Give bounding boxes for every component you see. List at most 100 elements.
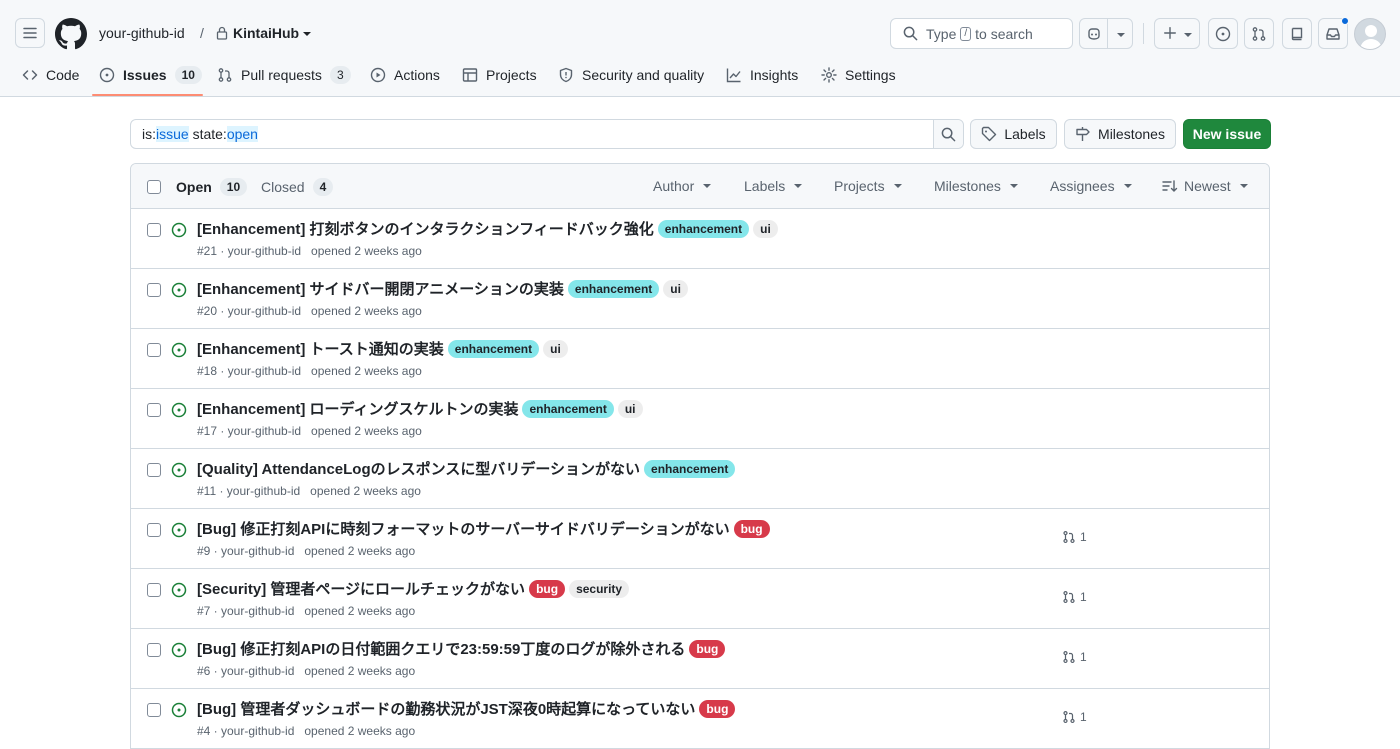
label-enhancement[interactable]: enhancement (657, 219, 750, 238)
issue-title-link[interactable]: [Quality] AttendanceLogのレスポンスに型バリデーションがな… (197, 458, 640, 479)
label-enhancement[interactable]: enhancement (447, 339, 540, 358)
closed-count: 4 (312, 178, 334, 196)
linked-pull-request[interactable]: 1 (1062, 590, 1087, 604)
filter-token: is: (142, 126, 156, 142)
tab-label: Actions (394, 67, 440, 83)
labels-button[interactable]: Labels (970, 119, 1057, 149)
open-count: 10 (219, 178, 248, 196)
issue-row[interactable]: [Quality] AttendanceLogのレスポンスに型バリデーションがな… (131, 449, 1269, 509)
issue-title-link[interactable]: [Enhancement] トースト通知の実装 (197, 338, 444, 359)
issue-row[interactable]: [Enhancement] ローディングスケルトンの実装 enhancement u… (131, 389, 1269, 449)
label-ui[interactable]: ui (753, 219, 778, 238)
issue-title-line: [Quality] AttendanceLogのレスポンスに型バリデーションがな… (197, 458, 736, 479)
label-bug[interactable]: bug (733, 519, 770, 538)
issue-title-link[interactable]: [Enhancement] 打刻ボタンのインタラクションフィードバック強化 (197, 218, 654, 239)
owner-link[interactable]: your-github-id (99, 25, 185, 41)
active-tab-indicator (92, 94, 203, 96)
tab-insights[interactable]: Insights (726, 60, 798, 90)
issue-title-link[interactable]: [Security] 管理者ページにロールチェックがない (197, 578, 525, 599)
issue-checkbox[interactable] (147, 403, 161, 417)
label-enhancement[interactable]: enhancement (522, 399, 614, 418)
label-bug[interactable]: bug (689, 639, 726, 658)
tab-label: Insights (750, 67, 799, 83)
issue-row[interactable]: [Security] 管理者ページにロールチェックがない bug security #… (131, 569, 1269, 629)
select-all-checkbox[interactable] (147, 180, 161, 194)
user-avatar[interactable] (1354, 18, 1386, 50)
filter-token: state: (188, 126, 227, 142)
github-logo-icon[interactable] (55, 18, 87, 50)
tab-counter: 10 (174, 66, 202, 84)
issue-title-link[interactable]: [Bug] 修正打刻APIに時刻フォーマットのサーバーサイドバリデーションがない (197, 518, 730, 539)
tab-actions[interactable]: Actions (370, 60, 440, 90)
open-issues-toggle[interactable]: Open 10 (176, 178, 248, 196)
issue-checkbox[interactable] (147, 283, 161, 297)
issue-title-link[interactable]: [Enhancement] サイドバー開閉アニメーションの実装 (197, 278, 564, 299)
issue-checkbox[interactable] (147, 583, 161, 597)
issue-checkbox[interactable] (147, 463, 161, 477)
chevron-down-icon[interactable] (302, 30, 312, 38)
tab-code[interactable]: Code (22, 60, 79, 90)
sort-filter[interactable]: Newest (1162, 178, 1248, 194)
issue-row[interactable]: [Bug] 修正打刻APIの日付範囲クエリで23:59:59丁度のログが除外され… (131, 629, 1269, 689)
tab-projects[interactable]: Projects (462, 60, 537, 90)
projects-filter[interactable]: Projects (834, 178, 902, 194)
git-pull-request-icon (1063, 650, 1075, 664)
global-search-input[interactable]: Type / to search (890, 18, 1073, 49)
tab-issues[interactable]: Issues 10 (99, 60, 202, 90)
milestones-button[interactable]: Milestones (1064, 119, 1176, 149)
label-enhancement[interactable]: enhancement (567, 279, 660, 298)
new-issue-button[interactable]: New issue (1183, 119, 1271, 149)
linked-pull-request[interactable]: 1 (1062, 650, 1087, 664)
labels-filter[interactable]: Labels (744, 178, 803, 194)
filter-label: Labels (744, 178, 786, 194)
issue-checkbox[interactable] (147, 703, 161, 717)
sort-desc-icon (1162, 180, 1178, 192)
closed-label: Closed (261, 179, 305, 195)
filter-search-button[interactable] (933, 120, 963, 148)
repo-icon (1291, 27, 1303, 40)
issue-meta: #21 · your-github-id opened 2 weeks ago (197, 244, 422, 258)
author-filter[interactable]: Author (653, 178, 712, 194)
issue-title-link[interactable]: [Bug] 管理者ダッシュボードの勤務状況がJST深夜0時起算になっていない (197, 698, 695, 719)
issue-checkbox[interactable] (147, 643, 161, 657)
issue-row[interactable]: [Bug] 修正打刻APIに時刻フォーマットのサーバーサイドバリデーションがない… (131, 509, 1269, 569)
issue-filter-input[interactable]: is:issue state:open (130, 119, 964, 149)
issue-title-link[interactable]: [Bug] 修正打刻APIの日付範囲クエリで23:59:59丁度のログが除外され… (197, 638, 685, 659)
issue-title-link[interactable]: [Enhancement] ローディングスケルトンの実装 (197, 398, 518, 419)
linked-pull-request[interactable]: 1 (1062, 710, 1087, 724)
menu-button[interactable] (15, 18, 45, 48)
tab-security[interactable]: Security and quality (558, 60, 704, 90)
copilot-button[interactable] (1079, 18, 1133, 49)
label-enhancement[interactable]: enhancement (644, 459, 736, 478)
label-ui[interactable]: ui (663, 279, 688, 298)
issue-row[interactable]: [Enhancement] トースト通知の実装 enhancement ui #18 … (131, 329, 1269, 389)
create-new-button[interactable] (1154, 18, 1200, 49)
your-repositories-button[interactable] (1282, 18, 1312, 49)
label-ui[interactable]: ui (543, 339, 568, 358)
issue-row[interactable]: [Bug] 管理者ダッシュボードの勤務状況がJST深夜0時起算になっていない bu… (131, 689, 1269, 749)
issue-checkbox[interactable] (147, 223, 161, 237)
your-pull-requests-button[interactable] (1244, 18, 1274, 49)
issue-checkbox[interactable] (147, 523, 161, 537)
label-ui[interactable]: ui (617, 399, 643, 418)
linked-pull-request[interactable]: 1 (1062, 530, 1087, 544)
filter-label: Newest (1184, 178, 1231, 194)
issue-opened-icon (171, 282, 187, 298)
milestones-filter[interactable]: Milestones (934, 178, 1018, 194)
shield-icon (559, 67, 573, 83)
closed-issues-toggle[interactable]: Closed 4 (261, 178, 334, 196)
plus-icon (1164, 27, 1176, 39)
label-bug[interactable]: bug (699, 699, 736, 718)
your-issues-button[interactable] (1208, 18, 1238, 49)
tab-pull-requests[interactable]: Pull requests 3 (217, 60, 351, 90)
issue-row[interactable]: [Enhancement] 打刻ボタンのインタラクションフィードバック強化 enh… (131, 209, 1269, 269)
label-security[interactable]: security (569, 579, 630, 598)
issue-checkbox[interactable] (147, 343, 161, 357)
label-bug[interactable]: bug (529, 579, 566, 598)
tab-settings[interactable]: Settings (821, 60, 896, 90)
assignees-filter[interactable]: Assignees (1050, 178, 1132, 194)
issue-row[interactable]: [Enhancement] サイドバー開閉アニメーションの実装 enhanceme… (131, 269, 1269, 329)
tab-label: Security and quality (582, 67, 705, 83)
repo-name-link[interactable]: KintaiHub (233, 25, 299, 41)
issue-title-line: [Enhancement] サイドバー開閉アニメーションの実装 enhanceme… (197, 278, 688, 299)
